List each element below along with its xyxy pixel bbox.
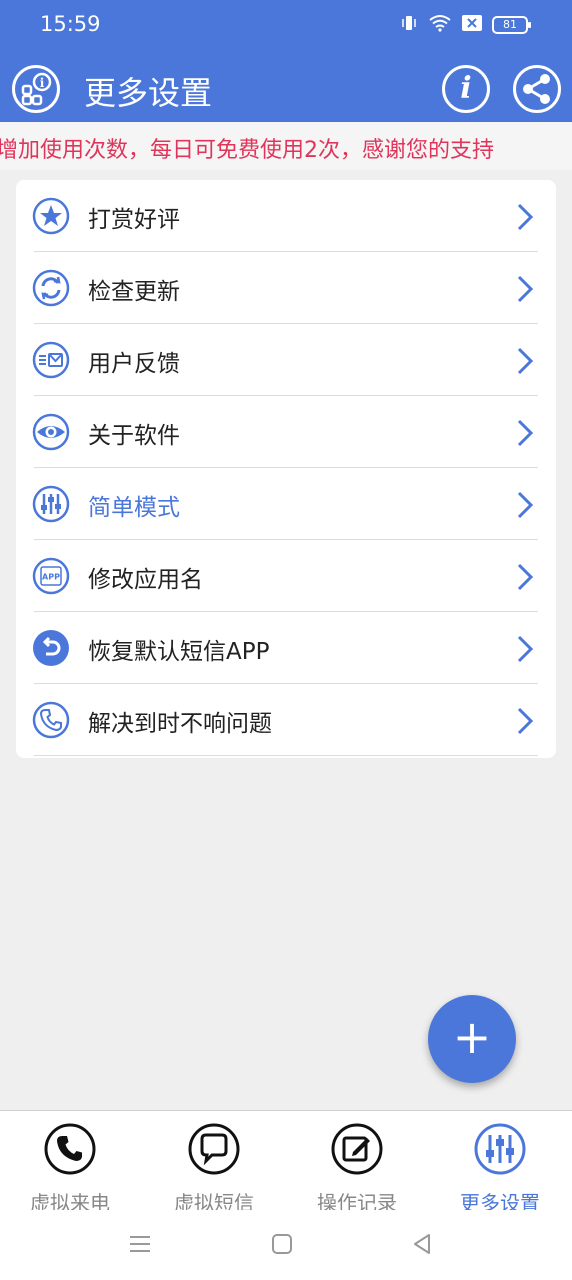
chevron-right-icon <box>516 202 534 232</box>
chevron-right-icon <box>516 490 534 520</box>
chevron-right-icon <box>516 418 534 448</box>
settings-list: 打赏好评 检查更新 用户反馈 关于软件 简单模式 APP 修改应用名 恢复默认短… <box>16 180 556 758</box>
eye-icon <box>32 413 70 451</box>
sliders-icon <box>32 485 70 523</box>
add-button[interactable]: + <box>428 995 516 1083</box>
sliders-icon <box>474 1123 526 1175</box>
mail-icon <box>32 341 70 379</box>
menu-item-fix-no-ring[interactable]: 解决到时不响问题 <box>16 684 556 756</box>
system-nav-bar <box>0 1210 572 1280</box>
edit-icon <box>331 1123 383 1175</box>
divider <box>34 755 538 756</box>
menu-item-simple-mode[interactable]: 简单模式 <box>16 468 556 540</box>
menu-item-rename-app[interactable]: APP 修改应用名 <box>16 540 556 612</box>
app-icon: APP <box>32 557 70 595</box>
nav-item-operation-log[interactable]: 操作记录 <box>287 1123 427 1215</box>
chevron-right-icon <box>516 562 534 592</box>
star-icon <box>32 197 70 235</box>
bottom-nav: 虚拟来电 虚拟短信 操作记录 更多设置 <box>0 1110 572 1215</box>
menu-item-label: 关于软件 <box>88 423 180 449</box>
wifi-icon <box>428 14 452 36</box>
chevron-right-icon <box>516 634 534 664</box>
status-bar: 15:59 81 <box>0 0 572 50</box>
menu-item-label: 用户反馈 <box>88 351 180 377</box>
chevron-right-icon <box>516 274 534 304</box>
nav-item-virtual-sms[interactable]: 虚拟短信 <box>144 1123 284 1215</box>
notice-marquee: 增加使用次数，每日可免费使用2次，感谢您的支持 <box>0 122 572 170</box>
svg-text:APP: APP <box>42 573 60 582</box>
chevron-right-icon <box>516 346 534 376</box>
menu-icon[interactable] <box>128 1232 152 1256</box>
menu-item-label: 修改应用名 <box>88 567 203 593</box>
svg-text:i: i <box>40 76 45 90</box>
menu-item-check-update[interactable]: 检查更新 <box>16 252 556 324</box>
status-time: 15:59 <box>40 12 101 36</box>
menu-item-label: 打赏好评 <box>88 207 180 233</box>
battery-icon: 81 <box>492 16 531 34</box>
info-icon[interactable]: i <box>442 65 490 113</box>
nav-item-virtual-call[interactable]: 虚拟来电 <box>0 1123 140 1215</box>
home-icon[interactable] <box>270 1232 294 1256</box>
app-header: i 更多设置 i <box>0 56 572 122</box>
menu-item-restore-sms-app[interactable]: 恢复默认短信APP <box>16 612 556 684</box>
page-title: 更多设置 <box>84 74 213 112</box>
menu-item-label: 恢复默认短信APP <box>88 639 270 665</box>
nav-item-more-settings[interactable]: 更多设置 <box>430 1123 570 1215</box>
phone-icon <box>44 1123 96 1175</box>
sim-x-icon <box>462 15 482 35</box>
menu-item-rate[interactable]: 打赏好评 <box>16 180 556 252</box>
menu-item-label: 解决到时不响问题 <box>88 711 272 737</box>
menu-item-about[interactable]: 关于软件 <box>16 396 556 468</box>
app-grid-info-icon[interactable]: i <box>12 65 60 113</box>
menu-item-label: 检查更新 <box>88 279 180 305</box>
back-icon[interactable] <box>410 1232 434 1256</box>
chevron-right-icon <box>516 706 534 736</box>
phone-icon <box>32 701 70 739</box>
refresh-icon <box>32 269 70 307</box>
share-icon[interactable] <box>513 65 561 113</box>
chat-bubble-icon <box>188 1123 240 1175</box>
vibrate-icon <box>400 14 418 36</box>
undo-icon <box>32 629 70 667</box>
menu-item-label: 简单模式 <box>88 495 180 521</box>
top-bar: 15:59 81 i 更多设置 i <box>0 0 572 122</box>
marquee-text: 增加使用次数，每日可免费使用2次，感谢您的支持 <box>0 138 494 163</box>
status-icons: 81 <box>400 14 531 36</box>
menu-item-feedback[interactable]: 用户反馈 <box>16 324 556 396</box>
